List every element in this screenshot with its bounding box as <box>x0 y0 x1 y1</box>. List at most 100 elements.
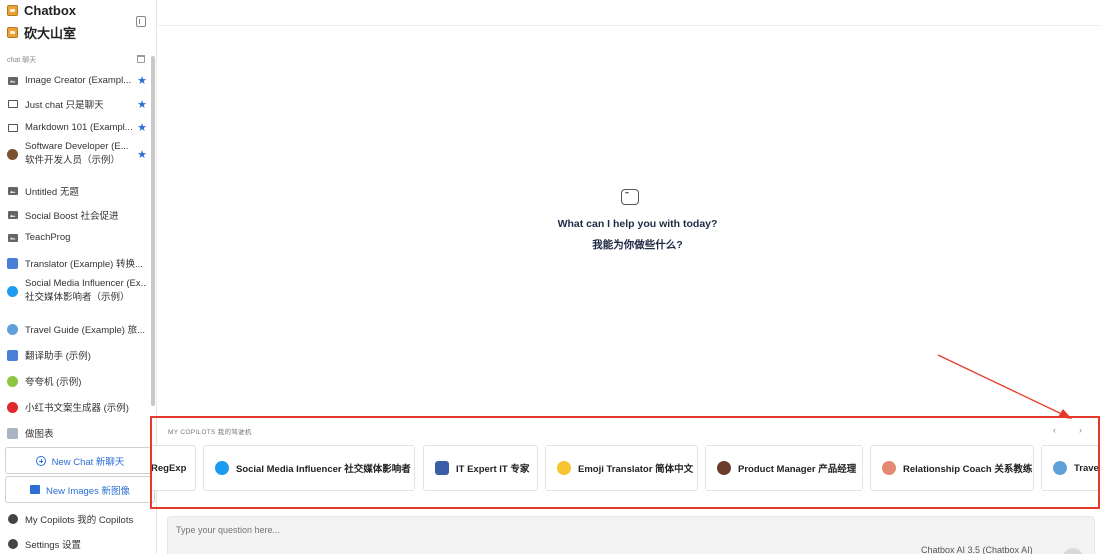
plus-circle-icon <box>35 455 46 466</box>
session-label: Just chat 只是聊天 <box>25 100 104 111</box>
session-item[interactable]: 夸夸机 (示例) <box>7 374 147 388</box>
twitter-icon <box>215 461 229 475</box>
copilot-card[interactable]: RegExp <box>150 445 196 491</box>
session-label: Untitled 无题 <box>25 187 79 198</box>
copilot-card-label: Relationship Coach 关系教练 <box>903 464 1033 475</box>
copilot-card[interactable]: IT Expert IT 专家 <box>423 445 538 491</box>
message-input[interactable] <box>168 517 1094 543</box>
session-item[interactable]: Software Developer (E... 软件开发人员（示例） ★ <box>7 140 147 168</box>
copilot-card[interactable]: Travel <box>1041 445 1100 491</box>
globe-icon <box>7 323 18 335</box>
new-images-label: New Images 新图像 <box>46 485 130 497</box>
session-item[interactable]: TeachProg <box>7 232 147 243</box>
workspace-logo-icon <box>7 27 18 38</box>
session-label: 小红书文案生成器 (示例) <box>25 403 129 414</box>
welcome-subtitle: 我能为你做些什么? <box>592 239 683 251</box>
copilot-icon <box>8 514 18 524</box>
avatar-icon <box>7 148 18 160</box>
session-label: Markdown 101 (Exampl... <box>25 122 133 133</box>
sparkle-icon <box>7 375 18 387</box>
session-label: Social Media Influencer (Ex... <box>25 278 147 289</box>
new-images-button[interactable]: New Images 新图像 <box>5 476 155 503</box>
new-chat-label: New Chat 新聊天 <box>51 456 125 468</box>
twitter-icon <box>7 285 18 297</box>
session-label: Travel Guide (Example) 旅... <box>25 325 146 336</box>
session-label: Software Developer (E... <box>25 141 129 152</box>
image-plus-icon <box>30 485 41 494</box>
emoji-icon <box>557 461 571 475</box>
my-copilots-label: My Copilots 我的 Copilots <box>25 515 134 526</box>
sidebar-scrollbar[interactable] <box>151 56 155 406</box>
workspace-name: 砍大山室 <box>24 26 77 41</box>
chat-icon <box>7 100 18 108</box>
star-icon[interactable]: ★ <box>137 148 147 161</box>
session-item[interactable]: Markdown 101 (Exampl... ★ <box>7 121 147 134</box>
copilot-card-label: Social Media Influencer 社交媒体影响者 <box>236 464 411 475</box>
new-chat-button[interactable]: New Chat 新聊天 <box>5 447 155 474</box>
session-label: 夸夸机 (示例) <box>25 377 82 388</box>
copilot-card-label: Travel <box>1074 462 1100 474</box>
session-label: Social Boost 社会促进 <box>25 211 119 222</box>
star-icon[interactable]: ★ <box>137 74 147 87</box>
copilot-card-label: RegExp <box>151 462 187 474</box>
session-label: 软件开发人员（示例） <box>25 155 121 166</box>
session-label: 翻译助手 (示例) <box>25 351 91 362</box>
session-item[interactable]: 做图表 <box>7 426 147 440</box>
chevron-left-icon[interactable]: ‹ <box>1053 425 1056 435</box>
session-item[interactable]: Travel Guide (Example) 旅... <box>7 322 147 336</box>
hands-icon <box>882 461 896 475</box>
brand-workspace: 砍大山室 <box>7 23 76 42</box>
image-icon <box>7 187 18 195</box>
section-label: chat 聊天 <box>7 57 37 64</box>
trash-icon[interactable] <box>137 55 145 63</box>
copilot-card[interactable]: Social Media Influencer 社交媒体影响者 <box>203 445 415 491</box>
my-copilots-link[interactable]: My Copilots 我的 Copilots <box>8 512 133 526</box>
translate-icon <box>7 349 18 361</box>
session-label: TeachProg <box>25 232 71 243</box>
copilot-card-label: Emoji Translator 简体中文 <box>578 464 694 475</box>
copilot-card-label: Product Manager 产品经理 <box>738 464 857 475</box>
collapse-sidebar-icon[interactable] <box>136 16 146 27</box>
copilot-card[interactable]: Product Manager 产品经理 <box>705 445 863 491</box>
session-label: 社交媒体影响者（示例） <box>25 292 130 303</box>
gear-icon <box>8 539 18 549</box>
globe-icon <box>1053 461 1067 475</box>
image-icon <box>7 76 18 85</box>
star-icon[interactable]: ★ <box>137 98 147 111</box>
session-label: Translator (Example) 转换... <box>25 259 143 270</box>
session-item[interactable]: Social Media Influencer (Ex... 社交媒体影响者（示… <box>7 277 147 305</box>
image-icon <box>7 233 18 242</box>
session-item[interactable]: Translator (Example) 转换... <box>7 256 147 270</box>
person-icon <box>717 461 731 475</box>
redbook-icon <box>7 401 18 413</box>
brand-chatbox: Chatbox <box>7 3 76 18</box>
copilot-card-label: IT Expert IT 专家 <box>456 464 530 475</box>
chat-bubble-icon <box>621 189 639 205</box>
welcome-title: What can I help you with today? <box>557 218 718 230</box>
copilot-card[interactable]: Emoji Translator 简体中文 <box>545 445 698 491</box>
session-item[interactable]: Image Creator (Exampl... ★ <box>7 74 147 87</box>
session-label: Image Creator (Exampl... <box>25 75 132 86</box>
chatbox-logo-icon <box>7 5 18 16</box>
monitor-icon <box>435 461 449 475</box>
settings-label: Settings 设置 <box>25 540 81 551</box>
sidebar: Chatbox 砍大山室 chat 聊天 Image Creator (Exam… <box>0 0 157 554</box>
session-item[interactable]: 小红书文案生成器 (示例) <box>7 400 147 414</box>
brand-name: Chatbox <box>24 3 76 18</box>
copilots-section-label: MY COPILOTS 我的驾驶机 <box>168 429 252 436</box>
chat-icon <box>7 123 18 132</box>
session-item[interactable]: 翻译助手 (示例) <box>7 348 147 362</box>
chevron-right-icon[interactable]: › <box>1079 425 1082 435</box>
translate-icon <box>7 257 18 269</box>
header-divider <box>158 25 1100 26</box>
chart-icon <box>7 427 18 439</box>
session-item[interactable]: Untitled 无题 <box>7 184 147 198</box>
session-item[interactable]: Social Boost 社会促进 <box>7 208 147 222</box>
settings-link[interactable]: Settings 设置 <box>8 537 81 551</box>
star-icon[interactable]: ★ <box>137 121 147 134</box>
image-icon <box>7 211 18 219</box>
model-selector[interactable]: Chatbox AI 3.5 (Chatbox AI) <box>921 545 1033 554</box>
session-label: 做图表 <box>25 429 54 440</box>
copilot-card[interactable]: Relationship Coach 关系教练 <box>870 445 1034 491</box>
session-item[interactable]: Just chat 只是聊天 ★ <box>7 97 147 111</box>
